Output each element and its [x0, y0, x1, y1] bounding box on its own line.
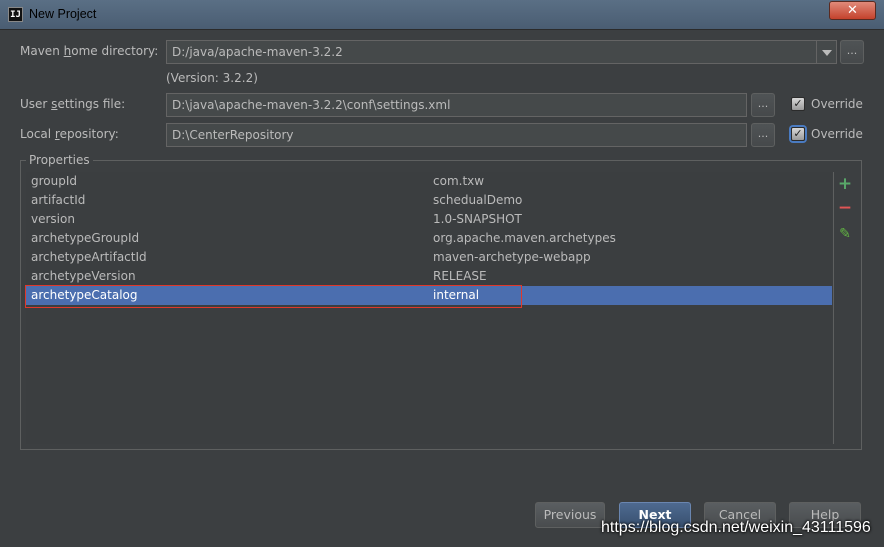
- repository-override-label: Override: [811, 127, 863, 141]
- table-row[interactable]: artifactId schedualDemo: [26, 191, 832, 210]
- user-settings-label: User settings file:: [20, 97, 126, 111]
- close-icon: ✕: [847, 3, 858, 18]
- close-button[interactable]: ✕: [829, 1, 876, 20]
- previous-button[interactable]: Previous: [535, 502, 605, 528]
- local-repository-field[interactable]: D:\CenterRepository: [166, 123, 747, 147]
- property-key: archetypeArtifactId: [31, 250, 147, 264]
- checkbox-checked-icon: ✓: [793, 97, 803, 110]
- property-key: version: [31, 212, 75, 226]
- remove-icon[interactable]: −: [835, 198, 855, 218]
- window-title: New Project: [29, 7, 97, 21]
- property-key: archetypeGroupId: [31, 231, 140, 245]
- intellij-logo-icon: IJ: [8, 7, 23, 22]
- property-value: maven-archetype-webapp: [433, 250, 591, 264]
- repository-override-checkbox[interactable]: ✓: [791, 127, 805, 141]
- table-row[interactable]: archetypeGroupId org.apache.maven.archet…: [26, 229, 832, 248]
- checkbox-checked-icon: ✓: [793, 127, 803, 140]
- properties-title: Properties: [26, 153, 93, 167]
- highlight-box: [25, 285, 522, 308]
- window-titlebar: IJ New Project ✕: [0, 0, 884, 30]
- property-value: schedualDemo: [433, 193, 523, 207]
- property-key: artifactId: [31, 193, 86, 207]
- maven-home-combo[interactable]: D:/java/apache-maven-3.2.2: [166, 40, 817, 64]
- property-value: RELEASE: [433, 269, 487, 283]
- edit-pencil-icon[interactable]: ✎: [835, 224, 855, 244]
- local-repository-browse-button[interactable]: ...: [751, 123, 775, 147]
- property-value: com.txw: [433, 174, 485, 188]
- property-key: groupId: [31, 174, 78, 188]
- maven-home-label: Maven home directory:: [20, 44, 159, 58]
- table-row[interactable]: archetypeVersion RELEASE: [26, 267, 832, 286]
- dropdown-arrow-icon[interactable]: [817, 40, 837, 64]
- settings-override-checkbox[interactable]: ✓: [791, 97, 805, 111]
- table-row[interactable]: archetypeArtifactId maven-archetype-weba…: [26, 248, 832, 267]
- table-row[interactable]: groupId com.txw: [26, 172, 832, 191]
- maven-home-browse-button[interactable]: ...: [840, 40, 864, 64]
- watermark-url: https://blog.csdn.net/weixin_43111596: [601, 519, 871, 536]
- property-key: archetypeVersion: [31, 269, 136, 283]
- user-settings-browse-button[interactable]: ...: [751, 93, 775, 117]
- settings-override-label: Override: [811, 97, 863, 111]
- local-repository-label: Local repository:: [20, 127, 119, 141]
- maven-version-text: (Version: 3.2.2): [166, 71, 258, 85]
- properties-table[interactable]: groupId com.txw artifactId schedualDemo …: [26, 172, 832, 444]
- add-icon[interactable]: +: [835, 174, 855, 194]
- user-settings-field[interactable]: D:\java\apache-maven-3.2.2\conf\settings…: [166, 93, 747, 117]
- table-row[interactable]: version 1.0-SNAPSHOT: [26, 210, 832, 229]
- property-value: org.apache.maven.archetypes: [433, 231, 616, 245]
- property-value: 1.0-SNAPSHOT: [433, 212, 522, 226]
